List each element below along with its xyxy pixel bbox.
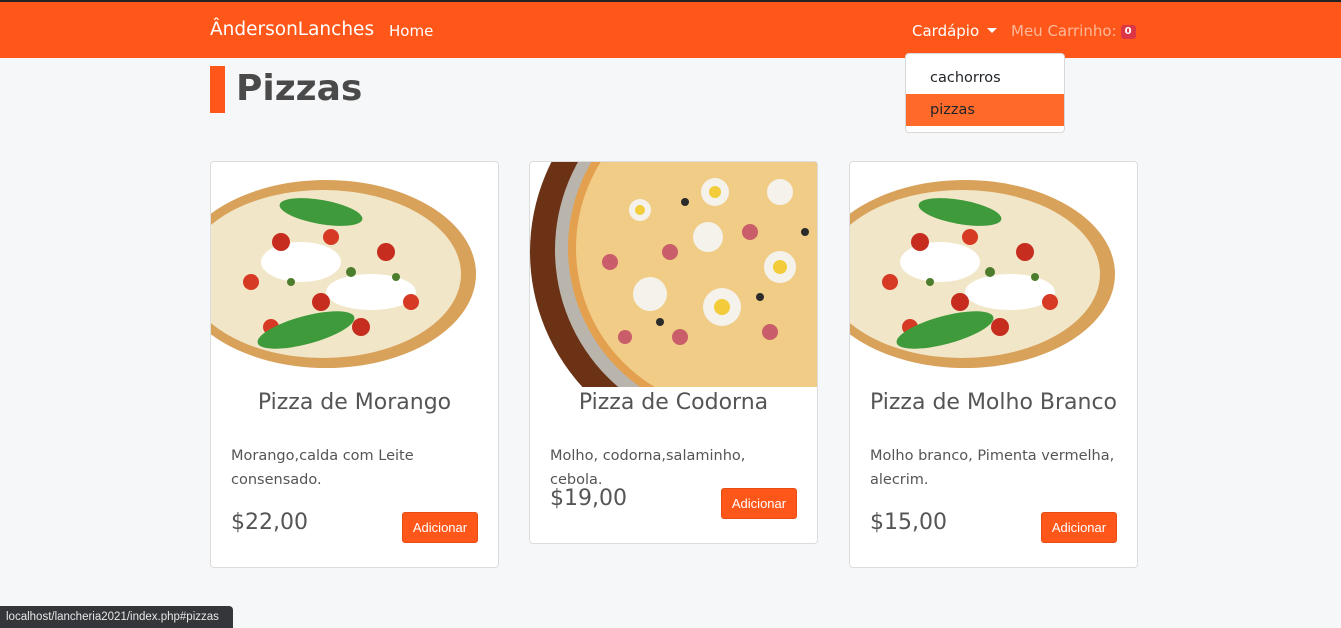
product-title: Pizza de Codorna [578,390,769,415]
product-card: Pizza de Molho Branco Molho branco, Pime… [849,161,1138,568]
product-description: Molho branco, Pimenta vermelha, alecrim. [870,448,1115,488]
dropdown-item-cachorros[interactable]: cachorros [906,62,1064,94]
add-to-cart-button[interactable]: Adicionar [721,488,797,519]
cart-count-badge: 0 [1120,25,1136,39]
nav-cart-link[interactable]: Meu Carrinho: 0 [1011,22,1136,40]
brand-link[interactable]: ÂndersonLanches [210,19,374,40]
nav-cardapio-dropdown[interactable]: Cardápio [912,22,998,40]
nav-cardapio-label: Cardápio [912,22,980,40]
add-to-cart-button[interactable]: Adicionar [402,512,478,543]
product-description: Morango,calda com Leite consensado. [231,448,414,488]
dropdown-item-pizzas[interactable]: pizzas [906,94,1064,126]
pizza-morango-image [211,162,498,387]
section-title-accent [210,66,225,113]
browser-status-url: localhost/lancheria2021/index.php#pizzas [0,606,233,628]
product-title: Pizza de Morango [257,390,452,415]
product-price: $19,00 [550,486,627,511]
product-card: Pizza de Morango Morango,calda com Leite… [210,161,499,568]
navbar: ÂndersonLanches Home Cardápio Meu Carrin… [0,2,1341,58]
product-price: $22,00 [231,510,308,535]
product-card: Pizza de Codorna Molho, codorna,salaminh… [529,161,818,544]
nav-home-link[interactable]: Home [389,22,433,40]
cardapio-dropdown-menu: cachorros pizzas [905,53,1065,133]
section-title: Pizzas [236,68,363,109]
caret-down-icon [987,28,998,33]
pizza-molho-branco-image [850,162,1137,387]
product-price: $15,00 [870,510,947,535]
product-title: Pizza de Molho Branco [869,390,1118,415]
add-to-cart-button[interactable]: Adicionar [1041,512,1117,543]
product-description: Molho, codorna,salaminho, cebola. [550,448,746,488]
cart-label: Meu Carrinho: [1011,22,1117,40]
pizza-codorna-image [530,162,817,387]
